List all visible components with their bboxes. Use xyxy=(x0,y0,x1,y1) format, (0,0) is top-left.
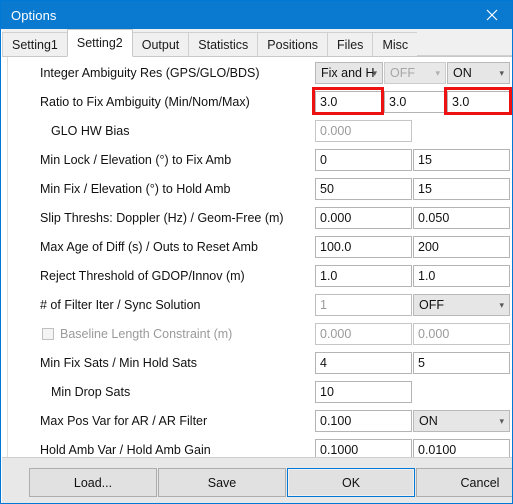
min-fix-input[interactable]: 50 xyxy=(315,178,412,200)
min-fix-sats-input[interactable]: 4 xyxy=(315,352,412,374)
tab-setting1[interactable]: Setting1 xyxy=(2,32,68,56)
tab-positions[interactable]: Positions xyxy=(257,32,329,56)
row-slip-threshs: Slip Threshs: Doppler (Hz) / Geom-Free (… xyxy=(2,204,512,233)
label-baseline-length-constraint: Baseline Length Constraint (m) xyxy=(60,327,233,341)
label-max-age-of-diff: Max Age of Diff (s) / Outs to Reset Amb xyxy=(40,240,258,254)
sync-solution-value: OFF xyxy=(419,298,444,312)
baseline-length-input[interactable]: 0.000 xyxy=(315,323,412,345)
row-ratio-to-fix-ambiguity: Ratio to Fix Ambiguity (Min/Nom/Max) 3.0… xyxy=(2,88,512,117)
row-min-fix-hold-sats: Min Fix Sats / Min Hold Sats 4 5 xyxy=(2,349,512,378)
label-slip-threshs: Slip Threshs: Doppler (Hz) / Geom-Free (… xyxy=(40,211,284,225)
tab-files[interactable]: Files xyxy=(327,32,374,56)
tab-statistics[interactable]: Statistics xyxy=(188,32,259,56)
label-min-fix-hold-sats: Min Fix Sats / Min Hold Sats xyxy=(40,356,197,370)
ar-filter-value: ON xyxy=(419,414,438,428)
integer-ambiguity-gps-value: Fix and H xyxy=(321,66,375,80)
row-min-fix-elevation-hold: Min Fix / Elevation (°) to Hold Amb 50 1… xyxy=(2,175,512,204)
glo-hw-bias-input[interactable]: 0.000 xyxy=(315,120,412,142)
options-dialog: Options Setting1 Setting2 Output Statist… xyxy=(0,0,513,504)
row-min-drop-sats: Min Drop Sats 10 xyxy=(2,378,512,407)
min-lock-input[interactable]: 0 xyxy=(315,149,412,171)
close-icon[interactable] xyxy=(469,1,512,29)
ok-button[interactable]: OK xyxy=(287,468,415,497)
integer-ambiguity-bds-select[interactable]: ON ▾ xyxy=(447,62,510,84)
min-drop-sats-input[interactable]: 10 xyxy=(315,381,412,403)
label-max-pos-var-ar: Max Pos Var for AR / AR Filter xyxy=(40,414,208,428)
row-max-age-of-diff: Max Age of Diff (s) / Outs to Reset Amb … xyxy=(2,233,512,262)
max-age-diff-input[interactable]: 100.0 xyxy=(315,236,412,258)
chevron-down-icon: ▾ xyxy=(499,300,504,310)
chevron-down-icon: ▾ xyxy=(499,416,504,426)
row-filter-iter-sync: # of Filter Iter / Sync Solution 1 OFF ▾ xyxy=(2,291,512,320)
label-min-fix-elevation-hold: Min Fix / Elevation (°) to Hold Amb xyxy=(40,182,231,196)
window-title: Options xyxy=(11,7,57,23)
row-integer-ambiguity-res: Integer Ambiguity Res (GPS/GLO/BDS) Fix … xyxy=(2,59,512,88)
baseline-length-constraint-checkbox[interactable] xyxy=(42,328,54,340)
max-pos-var-input[interactable]: 0.100 xyxy=(315,410,412,432)
save-button[interactable]: Save xyxy=(158,468,286,497)
ratio-max-input[interactable]: 3.0 xyxy=(447,91,510,113)
label-glo-hw-bias: GLO HW Bias xyxy=(51,124,130,138)
min-hold-sats-input[interactable]: 5 xyxy=(413,352,510,374)
slip-doppler-input[interactable]: 0.000 xyxy=(315,207,412,229)
label-reject-threshold: Reject Threshold of GDOP/Innov (m) xyxy=(40,269,245,283)
integer-ambiguity-gps-select[interactable]: Fix and H ▾ xyxy=(315,62,383,84)
integer-ambiguity-bds-value: ON xyxy=(453,66,472,80)
label-filter-iter-sync: # of Filter Iter / Sync Solution xyxy=(40,298,201,312)
label-min-lock-elevation-fix: Min Lock / Elevation (°) to Fix Amb xyxy=(40,153,232,167)
cancel-button[interactable]: Cancel xyxy=(416,468,512,497)
label-integer-ambiguity-res: Integer Ambiguity Res (GPS/GLO/BDS) xyxy=(40,66,260,80)
row-min-lock-elevation-fix: Min Lock / Elevation (°) to Fix Amb 0 15 xyxy=(2,146,512,175)
chevron-down-icon: ▾ xyxy=(435,68,440,78)
load-button[interactable]: Load... xyxy=(29,468,157,497)
label-ratio-to-fix-ambiguity: Ratio to Fix Ambiguity (Min/Nom/Max) xyxy=(40,95,250,109)
tab-strip: Setting1 Setting2 Output Statistics Posi… xyxy=(2,29,512,57)
integer-ambiguity-glo-select[interactable]: OFF ▾ xyxy=(384,62,446,84)
tab-misc[interactable]: Misc xyxy=(372,32,419,56)
filter-iter-input[interactable]: 1 xyxy=(315,294,412,316)
integer-ambiguity-glo-value: OFF xyxy=(390,66,415,80)
elevation-fix-input[interactable]: 15 xyxy=(413,149,510,171)
elevation-hold-input[interactable]: 15 xyxy=(413,178,510,200)
row-baseline-length-constraint: Baseline Length Constraint (m) 0.000 0.0… xyxy=(2,320,512,349)
row-glo-hw-bias: GLO HW Bias 0.000 xyxy=(2,117,512,146)
settings-panel: Integer Ambiguity Res (GPS/GLO/BDS) Fix … xyxy=(2,57,512,461)
reject-innov-input[interactable]: 1.0 xyxy=(413,265,510,287)
chevron-down-icon: ▾ xyxy=(499,68,504,78)
ratio-nom-input[interactable]: 3.0 xyxy=(384,91,446,113)
tab-setting2[interactable]: Setting2 xyxy=(66,29,133,57)
outs-reset-amb-input[interactable]: 200 xyxy=(413,236,510,258)
tab-strip-filler xyxy=(417,32,512,56)
title-bar: Options xyxy=(1,1,512,29)
tab-output[interactable]: Output xyxy=(131,32,190,56)
slip-geomfree-input[interactable]: 0.050 xyxy=(413,207,510,229)
row-max-pos-var-ar: Max Pos Var for AR / AR Filter 0.100 ON … xyxy=(2,407,512,436)
reject-gdop-input[interactable]: 1.0 xyxy=(315,265,412,287)
ratio-min-input[interactable]: 3.0 xyxy=(315,91,383,113)
sync-solution-select[interactable]: OFF ▾ xyxy=(413,294,510,316)
button-bar: Load... Save OK Cancel xyxy=(2,457,512,503)
ar-filter-select[interactable]: ON ▾ xyxy=(413,410,510,432)
label-min-drop-sats: Min Drop Sats xyxy=(51,385,131,399)
row-reject-threshold: Reject Threshold of GDOP/Innov (m) 1.0 1… xyxy=(2,262,512,291)
baseline-sigma-input[interactable]: 0.000 xyxy=(413,323,510,345)
chevron-down-icon: ▾ xyxy=(372,68,377,78)
